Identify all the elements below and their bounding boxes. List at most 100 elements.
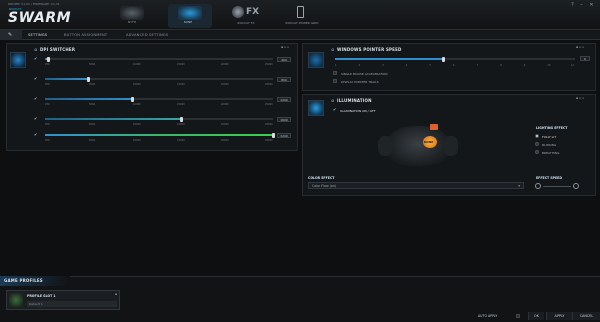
pointer-tick-label: 2 <box>358 64 361 67</box>
dpi-row-checkbox[interactable]: ✔ <box>34 77 38 81</box>
dpi-slider-knob[interactable] <box>46 56 50 62</box>
profile-menu-icon[interactable]: ▪ <box>115 292 117 296</box>
dpi-value[interactable]: 1600 <box>277 116 291 122</box>
nav-item-nyth[interactable]: NYTH <box>112 6 152 24</box>
dpi-tick-label: 10000 <box>133 83 141 86</box>
ok-button[interactable]: OK <box>528 312 544 320</box>
pointer-speed-fill <box>335 58 443 60</box>
minimize-button[interactable]: – <box>579 3 584 8</box>
color-effect-value: Color Flow (on) <box>312 184 337 188</box>
dpi-tick-label: 250 <box>45 83 50 86</box>
dpi-tick-label: 20000 <box>221 123 229 126</box>
dpi-value[interactable]: 400 <box>277 56 291 62</box>
wrench-icon: ✎ <box>8 32 13 38</box>
tab-button-assignment[interactable]: BUTTON ASSIGNMENT <box>64 31 107 39</box>
auto-apply-checkbox[interactable] <box>516 314 520 318</box>
dpi-tick-label: 5000 <box>89 103 96 106</box>
dpi-tick-label: 5000 <box>89 63 96 66</box>
close-button[interactable]: ✕ <box>589 3 594 8</box>
dpi-tick-label: 250 <box>45 139 50 142</box>
help-button[interactable]: ? <box>570 3 575 8</box>
dpi-tick-label: 15000 <box>177 139 185 142</box>
effect-speed-title: EFFECT SPEED <box>536 176 562 180</box>
display-pointer-trails-checkbox[interactable] <box>333 79 337 83</box>
cancel-button[interactable]: CANCEL <box>572 312 600 320</box>
pin-icon[interactable]: ▪ ▫ ▫ <box>576 45 584 49</box>
dpi-slider-knob[interactable] <box>271 132 275 138</box>
dpi-ticks: 250 5000 10000 15000 20000 25000 <box>45 123 273 127</box>
dpi-tick-label: 10000 <box>133 63 141 66</box>
cursor-icon <box>308 52 324 68</box>
tab-advanced-settings[interactable]: ADVANCED SETTINGS <box>126 31 168 39</box>
dpi-tick-label: 5000 <box>89 83 96 86</box>
pin-marker-icon: ⊘ <box>331 98 335 103</box>
nav-item-kone[interactable]: KONE <box>168 4 212 28</box>
dpi-slider[interactable] <box>45 96 273 102</box>
dpi-value[interactable]: 3200 <box>277 132 291 138</box>
dpi-tick-label: 25000 <box>265 123 273 126</box>
single-mouse-acceleration-checkbox[interactable] <box>333 71 337 75</box>
pointer-tick-label: 9 <box>523 64 526 67</box>
pointer-speed-ticks: 1 2 3 4 5 6 7 8 9 10 11 <box>335 64 575 68</box>
profile-slot-sub[interactable]: Default 1 <box>27 301 117 307</box>
pointer-tick-label: 4 <box>405 64 408 67</box>
pointer-speed-slider[interactable] <box>335 56 575 62</box>
dpi-slider-knob[interactable] <box>86 76 90 82</box>
pointer-tick-label: 6 <box>453 64 455 67</box>
pointer-speed-knob[interactable] <box>441 56 445 62</box>
dpi-tick-label: 25000 <box>265 63 273 66</box>
dpi-slider-fill <box>45 134 273 136</box>
dpi-tick-label: 20000 <box>221 139 229 142</box>
breathing-radio[interactable] <box>535 150 539 154</box>
dpi-tick-label: 25000 <box>265 103 273 106</box>
dpi-row-checkbox[interactable]: ✔ <box>34 133 38 137</box>
dpi-slider-knob[interactable] <box>180 116 184 122</box>
pin-marker-icon: ⊘ <box>34 47 38 52</box>
version-info: DRIVER: V1.01 / FIRMWARE: V1.31 <box>8 2 60 6</box>
light-bulb-icon <box>308 100 324 116</box>
chevron-down-icon: ▾ <box>518 184 520 188</box>
dpi-tick-label: 250 <box>45 103 50 106</box>
pointer-tick-label: 8 <box>500 64 502 67</box>
dpi-row-checkbox[interactable]: ✔ <box>34 97 38 101</box>
speed-decrease-button[interactable] <box>535 183 541 189</box>
auto-apply-label: AUTO APPLY <box>478 314 498 318</box>
illumination-toggle-check[interactable]: ✔ <box>333 108 337 112</box>
dpi-row-checkbox[interactable]: ✔ <box>34 57 38 61</box>
dpi-tick-label: 25000 <box>265 83 273 86</box>
breathing-label: BREATHING <box>542 150 560 155</box>
effect-speed-slider[interactable] <box>543 185 571 187</box>
dpi-slider[interactable] <box>45 132 275 138</box>
fully-lit-radio[interactable] <box>535 134 539 138</box>
pin-marker-icon: ⊘ <box>331 47 335 52</box>
dpi-slider[interactable] <box>45 56 273 62</box>
dpi-ticks: 250 5000 10000 15000 20000 25000 <box>45 139 273 143</box>
pin-icon[interactable]: ▪ ▫ ▫ <box>281 45 289 49</box>
speed-increase-button[interactable] <box>573 183 579 189</box>
dpi-row-checkbox[interactable]: ✔ <box>34 117 38 121</box>
dpi-slider-knob[interactable] <box>131 96 135 102</box>
dpi-value[interactable]: 1200 <box>277 96 291 102</box>
color-effect-select[interactable]: Color Flow (on) ▾ <box>308 182 524 189</box>
dpi-tick-label: 25000 <box>265 139 273 142</box>
color-effect-title: COLOR EFFECT <box>308 176 335 180</box>
dpi-tick-label: 250 <box>45 123 50 126</box>
profile-slot-card[interactable]: PROFILE SLOT 1 Default 1 ▪ <box>6 290 120 310</box>
dpi-tick-label: 20000 <box>221 83 229 86</box>
tab-settings[interactable]: SETTINGS <box>28 31 47 39</box>
fully-lit-label: FULLY LIT <box>542 134 557 139</box>
pin-icon[interactable]: ▪ ▫ ▫ <box>576 96 584 100</box>
tab-settings-icon[interactable]: ✎ <box>0 30 22 40</box>
illumination-toggle-label: ILLUMINATION ON / OFF <box>340 108 376 113</box>
pointer-tick-label: 3 <box>382 64 384 67</box>
dpi-tick-label: 250 <box>45 63 50 66</box>
dpi-tick-label: 20000 <box>221 63 229 66</box>
dpi-value[interactable]: 800 <box>277 76 291 82</box>
apply-button[interactable]: APPLY <box>546 312 572 320</box>
dpi-slider-fill <box>45 118 182 120</box>
pointer-speed-value[interactable]: 6 <box>580 56 590 61</box>
game-profiles-title: GAME PROFILES <box>4 278 43 283</box>
dpi-slider[interactable] <box>45 116 273 122</box>
dpi-slider[interactable] <box>45 76 273 82</box>
blinking-radio[interactable] <box>535 142 539 146</box>
